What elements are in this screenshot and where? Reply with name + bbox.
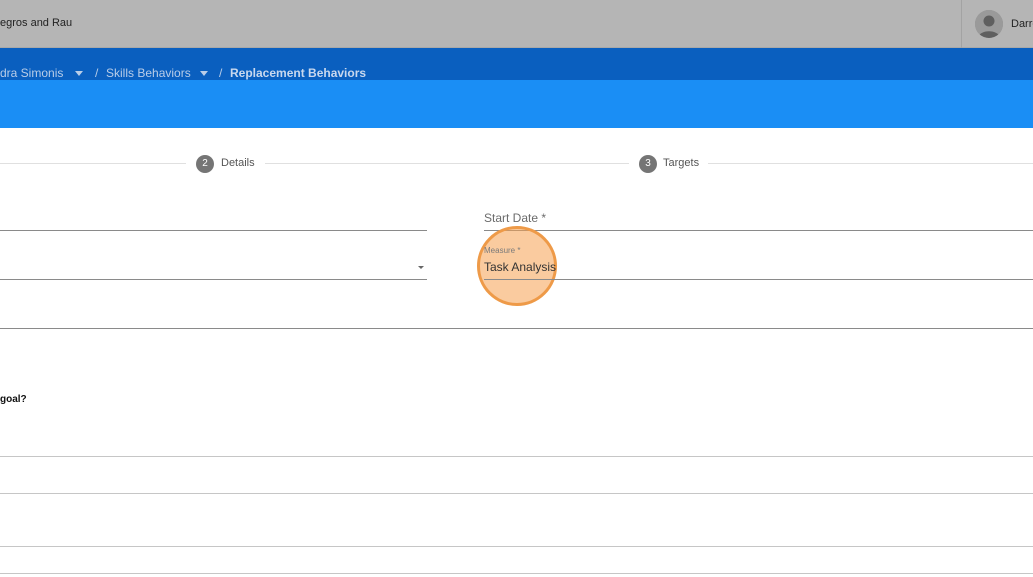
measure-select[interactable]: Task Analysis <box>484 260 556 274</box>
stepper-connector <box>708 163 1033 164</box>
stepper-connector <box>0 163 186 164</box>
field-divider <box>0 493 1033 494</box>
organization-name: egros and Rau <box>0 17 73 29</box>
breadcrumb-separator: / <box>219 66 223 80</box>
measure-field-underline <box>484 279 1033 280</box>
user-name[interactable]: Darro <box>1011 18 1033 30</box>
step-3-number[interactable]: 3 <box>639 155 657 173</box>
stepper-connector <box>265 163 629 164</box>
caret-down-icon[interactable] <box>75 71 83 76</box>
caret-down-icon[interactable] <box>418 266 424 269</box>
start-date-field[interactable] <box>484 230 1033 231</box>
breadcrumb-separator: / <box>95 66 99 80</box>
step-2-number[interactable]: 2 <box>196 155 214 173</box>
field-divider <box>0 573 1033 574</box>
step-3-label[interactable]: Targets <box>663 157 699 169</box>
start-date-label: Start Date * <box>484 211 547 225</box>
top-bar: egros and Rau Darro <box>0 0 1033 48</box>
left-text-field[interactable] <box>0 230 427 231</box>
user-avatar-icon[interactable] <box>975 10 1003 38</box>
breadcrumb-current-page: Replacement Behaviors <box>230 66 367 80</box>
breadcrumb: dra Simonis / Skills Behaviors / Replace… <box>0 48 1033 80</box>
textarea-underline[interactable] <box>0 456 1033 457</box>
user-menu[interactable]: Darro <box>961 0 1033 48</box>
app-page: egros and Rau Darro dra Simonis / Skills… <box>0 0 1033 577</box>
header-band <box>0 80 1033 128</box>
breadcrumb-student[interactable]: dra Simonis <box>0 67 63 79</box>
breadcrumb-skills-behaviors[interactable]: Skills Behaviors <box>106 67 191 79</box>
goal-question: goal? <box>0 394 27 405</box>
full-width-field[interactable] <box>0 328 1033 329</box>
left-select-field[interactable] <box>0 279 427 280</box>
caret-down-icon[interactable] <box>200 71 208 76</box>
step-2-label[interactable]: Details <box>221 157 255 169</box>
measure-label: Measure * <box>484 246 521 255</box>
textarea-underline[interactable] <box>0 546 1033 547</box>
